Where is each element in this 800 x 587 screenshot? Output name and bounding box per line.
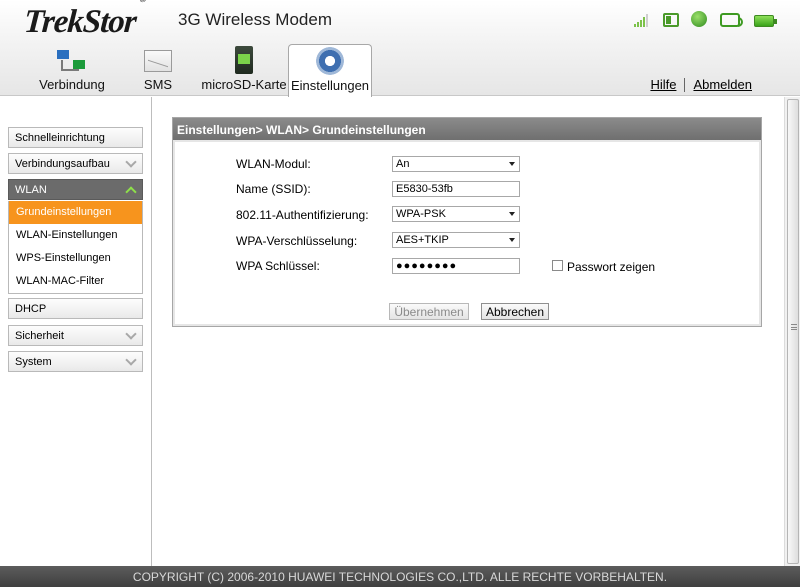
wlan-submenu: Grundeinstellungen WLAN-Einstellungen WP… [8, 201, 143, 294]
sidebar: Schnelleinrichtung Verbindungsaufbau WLA… [0, 97, 152, 566]
help-link[interactable]: Hilfe [650, 77, 676, 92]
wpa-key-label: WPA Schlüssel: [236, 259, 320, 273]
vertical-scrollbar[interactable] [784, 97, 800, 566]
submenu-item-wlan-einstellungen[interactable]: WLAN-Einstellungen [9, 224, 142, 247]
tab-sms[interactable]: SMS [132, 44, 184, 96]
tab-microsd[interactable]: microSD-Karte [200, 44, 288, 96]
link-divider [684, 77, 686, 92]
chevron-up-icon [126, 185, 136, 195]
sidebar-item-label: DHCP [15, 303, 47, 315]
chevron-down-icon [126, 159, 136, 169]
select-value: WPA-PSK [396, 208, 446, 220]
sidebar-item-system[interactable]: System [8, 351, 143, 372]
tab-label: Einstellungen [290, 78, 370, 93]
envelope-icon [144, 50, 172, 72]
wifi-icon [718, 11, 743, 27]
sidebar-item-label: Verbindungsaufbau [15, 158, 110, 170]
chevron-down-icon [126, 357, 136, 367]
submenu-item-wlan-mac-filter[interactable]: WLAN-MAC-Filter [9, 270, 142, 293]
tab-einstellungen[interactable]: Einstellungen [288, 44, 372, 97]
app-title: 3G Wireless Modem [178, 10, 332, 29]
input-value: ●●●●●●●● [396, 260, 458, 272]
wpa-key-input[interactable]: ●●●●●●●● [392, 258, 520, 274]
footer-copyright: COPYRIGHT (C) 2006-2010 HUAWEI TECHNOLOG… [0, 566, 800, 587]
settings-form: WLAN-Modul: An Name (SSID): E5830-53fb 8… [173, 140, 761, 326]
submenu-item-wps-einstellungen[interactable]: WPS-Einstellungen [9, 247, 142, 270]
chevron-down-icon [126, 331, 136, 341]
settings-panel: Einstellungen> WLAN> Grundeinstellungen … [172, 117, 762, 327]
auth-label: 802.11-Authentifizierung: [236, 208, 369, 222]
sidebar-item-label: System [15, 356, 52, 368]
input-value: E5830-53fb [396, 183, 453, 195]
sim-card-icon [662, 11, 680, 27]
logout-link[interactable]: Abmelden [693, 77, 752, 92]
cancel-button[interactable]: Abbrechen [481, 303, 549, 320]
globe-icon [690, 11, 708, 27]
tab-label: SMS [143, 77, 173, 92]
select-value: An [396, 158, 410, 170]
wlan-module-select[interactable]: An [392, 156, 520, 172]
encryption-select[interactable]: AES+TKIP [392, 232, 520, 248]
auth-select[interactable]: WPA-PSK [392, 206, 520, 222]
sidebar-item-label: Schnelleinrichtung [15, 132, 105, 144]
select-value: AES+TKIP [396, 234, 449, 246]
tab-label: microSD-Karte [201, 77, 287, 92]
submenu-item-grundeinstellungen[interactable]: Grundeinstellungen [9, 201, 142, 224]
signal-strength-icon [634, 11, 652, 27]
wlan-module-label: WLAN-Modul: [236, 157, 311, 171]
ssid-input[interactable]: E5830-53fb [392, 181, 520, 197]
sidebar-item-verbindungsaufbau[interactable]: Verbindungsaufbau [8, 153, 143, 174]
connection-icon [57, 46, 87, 74]
trekstor-logo: TrekStor® [22, 0, 146, 40]
scrollbar-grip-icon [791, 324, 797, 330]
show-password-checkbox[interactable] [552, 260, 563, 271]
header-links: Hilfe Abmelden [650, 77, 752, 92]
sd-card-icon [235, 46, 253, 74]
show-password-label: Passwort zeigen [567, 260, 656, 274]
encryption-label: WPA-Verschlüsselung: [236, 234, 358, 248]
tab-verbindung[interactable]: Verbindung [34, 44, 110, 96]
tab-label: Verbindung [39, 77, 105, 92]
sidebar-item-wlan[interactable]: WLAN [8, 179, 143, 200]
scrollbar-thumb[interactable] [787, 99, 799, 564]
apply-button[interactable]: Übernehmen [389, 303, 469, 320]
breadcrumb: Einstellungen> WLAN> Grundeinstellungen [173, 118, 761, 140]
app-header: TrekStor® 3G Wireless Modem Verbindung S… [0, 0, 800, 97]
gear-icon [316, 47, 344, 75]
sidebar-item-sicherheit[interactable]: Sicherheit [8, 325, 143, 346]
sidebar-item-dhcp[interactable]: DHCP [8, 298, 143, 319]
sidebar-item-label: Sicherheit [15, 330, 64, 342]
sidebar-item-schnelleinrichtung[interactable]: Schnelleinrichtung [8, 127, 143, 148]
battery-icon [752, 11, 777, 27]
ssid-label: Name (SSID): [236, 182, 311, 196]
status-bar [634, 11, 777, 27]
sidebar-item-label: WLAN [15, 184, 47, 196]
